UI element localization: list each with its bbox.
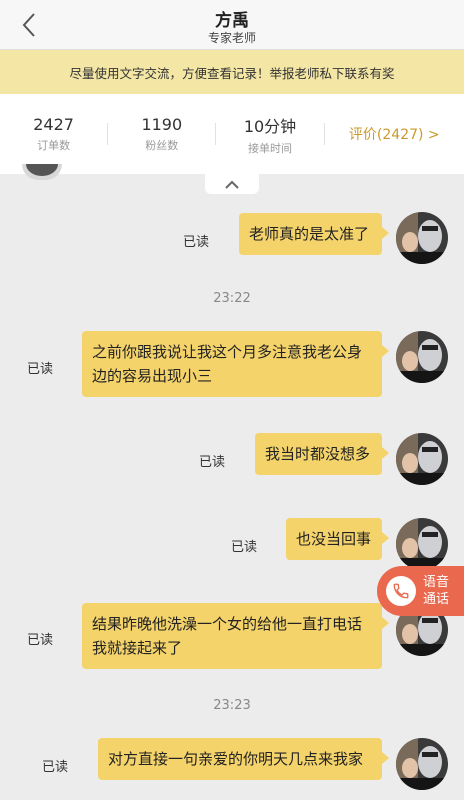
notice-banner: 尽量使用文字交流，方便查看记录！举报老师私下联系有奖 [0,50,464,94]
message-bubble[interactable]: 也没当回事 [286,518,389,560]
orders-count: 2427 [33,115,74,134]
avatar-image [396,212,448,264]
read-status: 已读 [183,235,210,250]
page-title: 方禹 [215,11,249,31]
avatar-image [396,518,448,570]
chevron-up-icon [225,180,239,189]
read-status: 已读 [231,540,258,555]
message-bubble[interactable]: 我当时都没想多 [255,433,389,475]
avatar[interactable] [396,212,448,264]
read-status: 已读 [42,760,69,775]
avatar[interactable] [396,331,448,383]
avatar[interactable] [396,518,448,570]
stat-orders: 2427 订单数 [0,115,107,153]
fans-label: 粉丝数 [145,139,179,152]
stat-response-time: 10分钟 接单时间 [216,113,323,156]
review-link[interactable]: 评价(2427) > [325,124,464,144]
stat-fans: 1190 粉丝数 [108,115,215,153]
chat-header: 方禹 专家老师 [0,0,464,50]
response-time-value: 10分钟 [243,116,297,136]
read-status: 已读 [27,362,54,377]
response-time-label: 接单时间 [248,141,292,155]
message-bubble[interactable]: 结果昨晚他洗澡一个女的给他一直打电话我就接起来了 [82,603,389,669]
voice-call-label: 语音通话 [423,575,450,607]
stats-bar: 2427 订单数 1190 粉丝数 10分钟 接单时间 评价(2427) > [0,94,464,174]
timestamp: 23:22 [213,291,251,306]
page-subtitle: 专家老师 [207,31,256,45]
read-status: 已读 [199,455,226,470]
timestamp: 23:23 [213,698,251,713]
voice-call-button[interactable]: 语音通话 [377,566,464,616]
orders-label: 订单数 [37,139,71,152]
avatar[interactable] [396,738,448,790]
fans-count: 1190 [141,115,183,134]
message-bubble[interactable]: 之前你跟我说让我这个月多注意我老公身边的容易出现小三 [82,331,389,397]
avatar[interactable] [396,433,448,485]
collapse-stats-button[interactable] [205,174,259,194]
read-status: 已读 [27,633,54,648]
previous-message-avatar [22,164,62,180]
avatar-image [396,331,448,383]
avatar-image [396,433,448,485]
avatar-image [396,738,448,790]
phone-icon [386,576,416,606]
message-bubble[interactable]: 对方直接一句亲爱的你明天几点来我家 [98,738,389,780]
message-bubble[interactable]: 老师真的是太准了 [239,213,389,255]
